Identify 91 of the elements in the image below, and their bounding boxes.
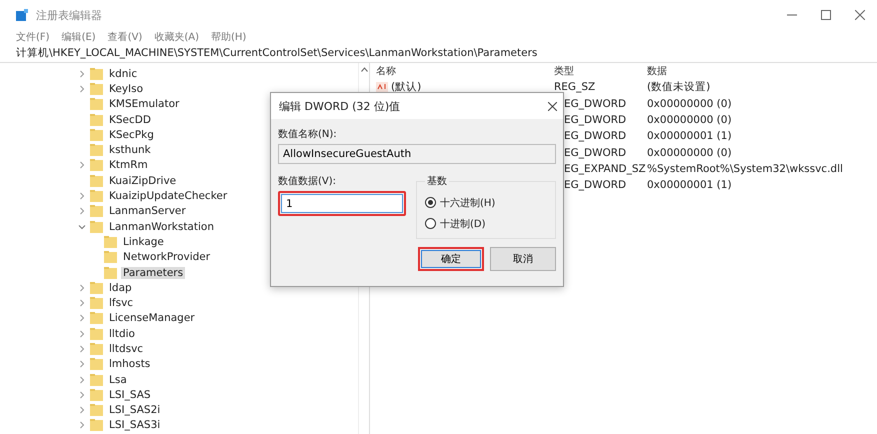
folder-icon [90, 159, 103, 172]
column-header[interactable]: 类型 [554, 64, 647, 78]
folder-icon [104, 266, 117, 278]
folder-icon [90, 220, 103, 233]
close-icon[interactable] [855, 10, 865, 20]
value-data: 0x00000001 (1) [647, 130, 733, 142]
menu-item[interactable]: 收藏夹(A) [154, 30, 199, 44]
tree-item[interactable]: Linkage [121, 236, 166, 248]
cancel-button[interactable]: 取消 [490, 247, 556, 271]
tree-item[interactable]: LanmanServer [107, 205, 188, 218]
maximize-icon[interactable] [821, 10, 831, 20]
window-title: 注册表编辑器 [36, 8, 102, 22]
folder-icon [90, 282, 103, 294]
value-data-field[interactable]: 1 [278, 191, 406, 216]
folder-icon [90, 358, 103, 370]
value-data: 0x00000001 (1) [647, 179, 733, 192]
address-bar[interactable]: 计算机\HKEY_LOCAL_MACHINE\SYSTEM\CurrentControlSet\Services\LanmanWorkstation\Parameters [0, 44, 877, 63]
folder-icon [90, 128, 103, 141]
folder-icon [90, 312, 103, 324]
folder-icon [90, 98, 103, 110]
group-label: 基数 [426, 174, 448, 188]
field-label: 数值数据(V): [278, 175, 338, 188]
menu-item[interactable]: 帮助(H) [211, 30, 246, 44]
folder-icon [90, 297, 103, 310]
tree-item[interactable]: KuaizipUpdateChecker [107, 190, 230, 202]
folder-icon [90, 190, 103, 202]
tree-item[interactable]: Parameters [121, 266, 186, 278]
tree-item[interactable]: Lsa [107, 374, 129, 386]
folder-icon [90, 342, 103, 355]
tree-item[interactable]: LSI_SAS2i [107, 404, 162, 416]
folder-icon [90, 419, 103, 432]
folder-icon [90, 82, 103, 95]
column-header[interactable]: 数据 [647, 64, 877, 78]
tree-item[interactable]: LSI_SAS3i [107, 419, 162, 432]
value-name: (默认) [391, 80, 422, 94]
value-type: EG_DWORD [563, 130, 628, 142]
app-icon [16, 9, 28, 21]
folder-icon [90, 374, 103, 386]
value-data: 0x00000000 (0) [647, 146, 733, 159]
value-name-field[interactable]: AllowInsecureGuestAuth [278, 144, 556, 164]
value-type: EG_DWORD [563, 179, 628, 192]
tree-item[interactable]: lltdsvc [107, 342, 146, 355]
folder-icon [90, 388, 103, 401]
value-data: 0x00000000 (0) [647, 98, 733, 110]
folder-icon [90, 328, 103, 340]
menu-item[interactable]: 文件(F) [16, 30, 50, 44]
ok-button[interactable]: 确定 [418, 247, 484, 271]
tree-item[interactable]: KSecPkg [107, 128, 156, 141]
value-type: REG_SZ [554, 81, 596, 94]
value-data: 0x00000000 (0) [647, 114, 733, 126]
folder-icon [90, 404, 103, 416]
tree-item[interactable]: KMSEmulator [107, 98, 182, 110]
radio-button[interactable] [425, 197, 436, 208]
folder-icon [90, 68, 103, 80]
folder-icon [90, 144, 103, 156]
tree-item[interactable]: KuaiZipDrive [107, 174, 178, 187]
folder-icon [104, 251, 117, 264]
folder-icon [104, 236, 117, 248]
radio-label: 十六进制(H) [440, 196, 496, 210]
value-type: EG_EXPAND_SZ [563, 162, 647, 175]
value-data: (数值未设置) [647, 80, 712, 94]
tree-item[interactable]: ldap [107, 282, 134, 294]
value-type: EG_DWORD [563, 98, 628, 110]
tree-item[interactable]: KeyIso [107, 82, 146, 95]
radio-button[interactable] [425, 218, 436, 229]
folder-icon [90, 205, 103, 218]
tree-item[interactable]: NetworkProvider [121, 251, 212, 264]
value-type: EG_DWORD [563, 114, 628, 126]
menu-item[interactable]: 查看(V) [108, 30, 142, 44]
column-header[interactable]: 名称 [376, 64, 554, 78]
tree-item[interactable]: lmhosts [107, 358, 152, 370]
folder-icon [90, 114, 103, 126]
tree-item[interactable]: lfsvc [107, 297, 136, 310]
tree-item[interactable]: ksthunk [107, 144, 153, 156]
tree-item[interactable]: lltdio [107, 328, 137, 340]
menu-item[interactable]: 编辑(E) [62, 30, 96, 44]
value-type: EG_DWORD [563, 146, 628, 159]
dialog-title: 编辑 DWORD (32 位)值 [279, 98, 400, 114]
tree-item[interactable]: kdnic [107, 68, 140, 80]
field-label: 数值名称(N): [278, 128, 338, 141]
folder-icon [90, 174, 103, 187]
tree-item[interactable]: LSI_SAS [107, 388, 153, 401]
tree-item[interactable]: KtmRm [107, 159, 150, 172]
tree-item[interactable]: KSecDD [107, 114, 153, 126]
tree-item[interactable]: LanmanWorkstation [107, 220, 216, 233]
scroll-up-icon[interactable] [360, 67, 368, 72]
string-value-icon [376, 82, 388, 92]
value-data: %SystemRoot%\System32\wkssvc.dll [647, 162, 844, 175]
tree-item[interactable]: LicenseManager [107, 312, 197, 324]
radio-label: 十进制(D) [440, 218, 486, 230]
close-icon[interactable] [548, 102, 557, 110]
